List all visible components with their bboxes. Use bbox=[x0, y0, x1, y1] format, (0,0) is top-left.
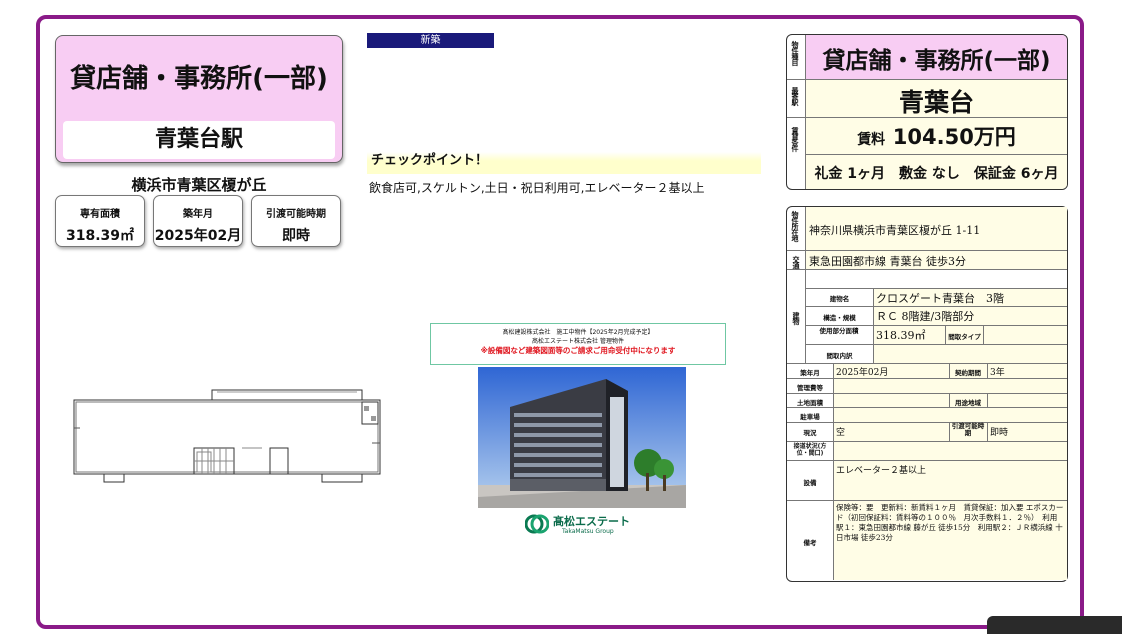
construction-notice: 髙松建設株式会社 施工中物件【2025年2月完成予定】 髙松エステート株式会社 … bbox=[430, 323, 726, 365]
logo-name: 髙松エステート bbox=[553, 515, 630, 528]
layout-detail-label: 間取内訳 bbox=[826, 352, 853, 360]
area-label: 専有面積 bbox=[80, 209, 120, 220]
deposit-terms: 礼金 1ヶ月 敷金 なし 保証金 6ヶ月 bbox=[814, 166, 1059, 182]
company-logo: 髙松エステート TakaMatsu Group bbox=[525, 512, 635, 538]
notice-line1: 髙松建設株式会社 施工中物件【2025年2月完成予定】 bbox=[502, 329, 654, 336]
details-table: 物件所在地 神奈川県横浜市青葉区榎が丘 1-11 交通 東急田園都市線 青葉台 … bbox=[786, 206, 1068, 582]
location-label: 物件所在地 bbox=[791, 211, 799, 241]
mgmt-label: 管理費等 bbox=[797, 384, 823, 392]
handover-row-label: 引渡可能時期 bbox=[951, 422, 985, 437]
built-value: 2025年02月 bbox=[154, 228, 242, 244]
layout-type-label: 間取タイプ bbox=[948, 333, 981, 341]
transport-label: 交通 bbox=[792, 256, 800, 268]
built-row-value: 2025年02月 bbox=[836, 368, 889, 378]
station-name: 青葉台駅 bbox=[63, 121, 335, 159]
rent-row: 賃料 104.50万円 bbox=[806, 121, 1067, 151]
built-box: 築年月 2025年02月 bbox=[153, 195, 243, 247]
rent-label: 賃料 bbox=[857, 132, 886, 148]
notice-line2: 髙松エステート株式会社 管理物件 bbox=[532, 338, 624, 345]
property-type-card: 貸店舗・事務所(一部) 青葉台駅 bbox=[55, 35, 343, 163]
facility-value: エレベーター２基以上 bbox=[836, 466, 927, 476]
floor-plan-image bbox=[73, 389, 381, 483]
contract-value: 3年 bbox=[990, 368, 1005, 378]
logo-mark-icon bbox=[525, 514, 549, 534]
conditions-label: 賃貸条件 bbox=[791, 127, 799, 151]
handover-label: 引渡可能時期 bbox=[266, 209, 326, 220]
remarks-value: 保険等：要 更新料：新賃料１ヶ月 賃貸保証：加入要 エポスカード（初回保証料：賃… bbox=[836, 503, 1064, 542]
status-value: 空 bbox=[836, 428, 846, 438]
access-label: 接道状況(方位・間口) bbox=[793, 443, 827, 457]
contract-label: 契約期間 bbox=[955, 369, 981, 377]
facility-label: 設備 bbox=[803, 479, 817, 487]
property-type-title: 貸店舗・事務所(一部) bbox=[70, 64, 328, 94]
parking-label: 駐車場 bbox=[800, 413, 820, 421]
usage-label: 使用部分面積 bbox=[819, 327, 859, 335]
area-box: 専有面積 318.39㎡ bbox=[55, 195, 145, 247]
key-info-box: 物件種目 貸店舗・事務所(一部) 最寄駅 青葉台 賃貸条件 賃料 104.50万… bbox=[786, 34, 1068, 190]
corner-widget bbox=[987, 616, 1122, 634]
building-photo bbox=[478, 367, 686, 508]
built-label: 築年月 bbox=[183, 209, 213, 220]
nearest-label: 最寄駅 bbox=[791, 87, 799, 105]
location-value: 神奈川県横浜市青葉区榎が丘 1-11 bbox=[809, 224, 981, 237]
building-label: 建物 bbox=[792, 312, 800, 324]
logo-sub: TakaMatsu Group bbox=[562, 528, 614, 535]
type-label: 物件種目 bbox=[791, 41, 799, 65]
structure-label: 構造・規模 bbox=[823, 314, 856, 322]
built-row-label: 築年月 bbox=[800, 369, 820, 377]
structure-value: ＲＣ 8階建/3階部分 bbox=[876, 310, 975, 323]
rent-value: 104.50万円 bbox=[892, 125, 1016, 149]
zoning-label: 用途地域 bbox=[955, 399, 981, 407]
handover-row-value: 即時 bbox=[990, 428, 1009, 438]
bname-label: 建物名 bbox=[829, 295, 850, 303]
nearest-value: 青葉台 bbox=[898, 88, 974, 117]
address-short: 横浜市青葉区榎が丘 bbox=[131, 176, 267, 194]
bname-value: クロスゲート青葉台 3階 bbox=[876, 292, 1004, 305]
transport-value: 東急田園都市線 青葉台 徒歩3分 bbox=[809, 255, 966, 268]
area-value: 318.39㎡ bbox=[65, 228, 135, 244]
handover-value: 即時 bbox=[282, 228, 310, 244]
checkpoint-title: チェックポイント！ bbox=[367, 152, 761, 174]
new-build-badge: 新築 bbox=[367, 33, 494, 48]
handover-box: 引渡可能時期 即時 bbox=[251, 195, 341, 247]
type-value: 貸店舗・事務所(一部) bbox=[822, 48, 1051, 74]
land-label: 土地面積 bbox=[797, 399, 823, 407]
notice-line3: ※設備図など建築図面等のご請求ご用命受付中になります bbox=[480, 346, 676, 355]
remarks-label: 備考 bbox=[803, 539, 817, 547]
checkpoint-text: 飲食店可,スケルトン,土日・祝日利用可,エレベーター２基以上 bbox=[369, 181, 705, 195]
usage-value: 318.39㎡ bbox=[876, 329, 926, 342]
status-label: 現況 bbox=[803, 429, 817, 437]
